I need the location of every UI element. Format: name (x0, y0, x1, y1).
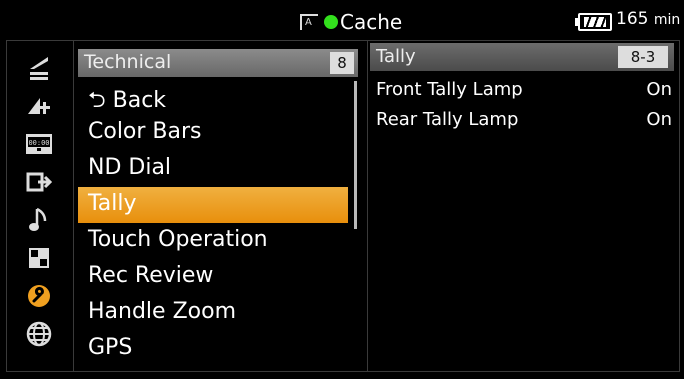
menu-item-nd-dial[interactable]: ND Dial (78, 151, 348, 187)
menu-item-rec-review[interactable]: Rec Review (78, 259, 348, 295)
menu-item-label: ND Dial (88, 155, 172, 180)
menu-item-handle-zoom[interactable]: Handle Zoom (78, 295, 348, 331)
menu-item-label: Rec Review (88, 263, 214, 288)
menu-item-tally[interactable]: Tally (78, 187, 348, 223)
menu-scrollbar[interactable] (354, 81, 357, 229)
menu-item-touch-operation[interactable]: Touch Operation (78, 223, 348, 259)
setting-value: On (646, 79, 672, 100)
status-bar: Cache 165 min (0, 0, 684, 40)
shooting-icon[interactable] (22, 53, 56, 83)
detail-panel: Tally 8-3 Front Tally Lamp On Rear Tally… (367, 41, 680, 371)
cache-label: Cache (340, 10, 403, 34)
menu-list: Technical 8 ⮌ Back Color Bars ND Dial Ta… (74, 41, 364, 371)
thumbnail-icon[interactable] (22, 243, 56, 273)
setting-label: Rear Tally Lamp (376, 109, 519, 130)
menu-page-number: 8 (330, 52, 354, 74)
auto-mode-icon (300, 14, 318, 30)
cache-status-icon (324, 15, 338, 29)
camera-menu-screen: Cache 165 min 00:00 (0, 0, 684, 379)
menu-item-back[interactable]: ⮌ Back (78, 79, 348, 115)
menu-item-gps[interactable]: GPS (78, 331, 348, 367)
menu-item-label: Handle Zoom (88, 299, 236, 324)
setting-row-rear-tally-lamp[interactable]: Rear Tally Lamp On (376, 109, 672, 133)
cache-indicator: Cache (300, 10, 402, 34)
audio-icon[interactable] (22, 205, 56, 235)
menu-header: Technical 8 (78, 49, 358, 77)
menu-item-color-bars[interactable]: Color Bars (78, 115, 348, 151)
detail-title: Tally (376, 46, 416, 67)
remaining-time-unit: min (653, 12, 681, 28)
battery-icon (575, 13, 612, 31)
category-icon-column: 00:00 (7, 41, 74, 371)
menu-item-label: Back (112, 88, 167, 113)
menu-item-label: Touch Operation (88, 227, 268, 252)
network-icon[interactable] (22, 319, 56, 349)
timecode-icon[interactable]: 00:00 (22, 129, 56, 159)
setting-value: On (646, 109, 672, 130)
detail-page-number: 8-3 (618, 46, 668, 68)
svg-text:00:00: 00:00 (28, 139, 49, 147)
remaining-time-value: 165 (616, 9, 649, 29)
setting-row-front-tally-lamp[interactable]: Front Tally Lamp On (376, 79, 672, 103)
back-arrow-icon: ⮌ (88, 88, 106, 113)
recording-settings-icon[interactable] (22, 91, 56, 121)
technical-icon[interactable] (22, 281, 56, 311)
menu-item-label: Tally (88, 191, 137, 216)
menu-title: Technical (84, 51, 172, 73)
menu-panel: 00:00 Technical 8 ⮌ Back Color Bars ND D… (6, 40, 680, 372)
output-icon[interactable] (22, 167, 56, 197)
menu-item-label: GPS (88, 335, 133, 360)
setting-label: Front Tally Lamp (376, 79, 523, 100)
detail-header: Tally 8-3 (370, 43, 674, 71)
remaining-time: 165 min (616, 9, 680, 29)
menu-item-label: Color Bars (88, 119, 202, 144)
